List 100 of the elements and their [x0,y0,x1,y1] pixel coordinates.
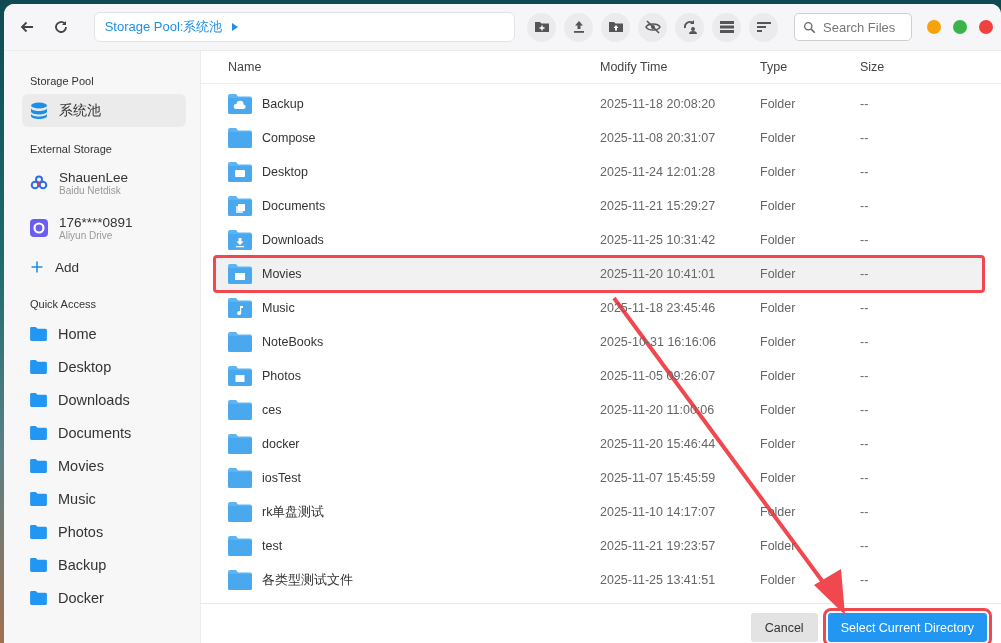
folder-icon [228,502,252,522]
folder-icon [228,128,252,148]
sidebar-item[interactable]: 176****0891 Aliyun Drive [22,207,186,249]
modify-time: 2025-11-24 12:01:28 [600,165,717,179]
folder-icon [30,392,47,407]
search-field[interactable]: Search Files [794,13,912,41]
file-name: Music [262,301,295,315]
sidebar-item[interactable]: Add [22,252,186,282]
file-row[interactable]: Downloads 2025-11-25 10:31:42 Folder -- [215,223,983,257]
list-view-icon[interactable] [712,12,741,42]
section-heading: External Storage [30,143,113,155]
file-row[interactable]: Backup 2025-11-18 20:08:20 Folder -- [215,87,983,121]
folder-icon [30,425,47,440]
file-row[interactable]: test 2025-11-21 19:23:57 Folder -- [215,529,983,563]
file-size: -- [860,267,870,281]
file-size: -- [860,97,870,111]
modify-time: 2025-11-21 15:29:27 [600,199,717,213]
file-name: test [262,539,283,553]
file-name: NoteBooks [262,335,324,349]
file-type: Folder [760,335,797,349]
sidebar-item[interactable]: Home [22,317,186,350]
sidebar-item[interactable]: Docker [22,581,186,614]
modify-time: 2025-11-25 10:31:42 [600,233,717,247]
file-type: Folder [760,233,797,247]
folder-icon [228,162,252,182]
file-size: -- [860,165,870,179]
file-type: Folder [760,301,797,315]
database-icon [30,101,48,120]
path-bar[interactable]: Storage Pool:系统池 [93,12,515,42]
upload-icon[interactable] [564,12,593,42]
file-row[interactable]: Movies 2025-11-20 10:41:01 Folder -- [215,257,983,291]
file-type: Folder [760,131,797,145]
sidebar-item[interactable]: Documents [22,416,186,449]
sidebar-item[interactable]: ShauenLee Baidu Netdisk [22,162,186,204]
folder-icon [228,264,252,284]
folder-icon [30,491,47,506]
drive-icon [30,219,48,237]
folder-icon [228,94,252,114]
folder-icon [228,468,252,488]
item-subtitle: Aliyun Drive [59,230,114,241]
column-header[interactable]: Modify Time [600,60,760,74]
file-name: iosTest [262,471,301,485]
file-name: docker [262,437,300,451]
modify-time: 2025-11-10 14:17:07 [600,505,717,519]
sidebar-item[interactable]: Photos [22,515,186,548]
file-size: -- [860,403,870,417]
sidebar-item[interactable]: Movies [22,449,186,482]
file-row[interactable]: docker 2025-11-20 15:46:44 Folder -- [215,427,983,461]
item-label: 176****0891 [59,215,133,230]
file-row[interactable]: Desktop 2025-11-24 12:01:28 Folder -- [215,155,983,189]
file-size: -- [860,573,870,587]
file-row[interactable]: Documents 2025-11-21 15:29:27 Folder -- [215,189,983,223]
cloud-link-icon [30,174,48,192]
file-name: Compose [262,131,316,145]
folder-icon [228,332,252,352]
sidebar-item[interactable]: Downloads [22,383,186,416]
file-size: -- [860,335,870,349]
modify-time: 2025-11-07 15:45:59 [600,471,717,485]
file-size: -- [860,505,870,519]
file-size: -- [860,301,870,315]
item-label: Home [58,325,97,342]
file-row[interactable]: iosTest 2025-11-07 15:45:59 Folder -- [215,461,983,495]
file-size: -- [860,131,870,145]
folder-icon [30,458,47,473]
file-type: Folder [760,539,797,553]
file-name: Documents [262,199,326,213]
hidden-eye-icon[interactable] [638,12,667,42]
modify-time: 2025-11-20 10:41:01 [600,267,717,281]
folder-icon [228,196,252,216]
close-button[interactable] [979,20,993,34]
item-label: Downloads [58,391,130,408]
column-header[interactable]: Type [760,60,860,74]
file-size: -- [860,539,870,553]
sync-icon[interactable] [675,12,704,42]
file-type: Folder [760,199,797,213]
file-name: 各类型测试文件 [262,571,353,589]
file-name: Movies [262,267,302,281]
section-heading: Quick Access [30,298,98,310]
sidebar-item[interactable]: Desktop [22,350,186,383]
sidebar-item[interactable]: Backup [22,548,186,581]
column-header[interactable]: Size [860,60,920,74]
file-type: Folder [760,165,797,179]
folder-icon [30,326,47,341]
sidebar-item[interactable]: 系统池 [22,94,186,127]
file-size: -- [860,369,870,383]
folder-icon [228,536,252,556]
file-row[interactable]: Compose 2025-11-08 20:31:07 Folder -- [215,121,983,155]
sidebar-item[interactable]: Music [22,482,186,515]
sort-icon[interactable] [749,12,778,42]
file-type: Folder [760,403,797,417]
column-header[interactable]: Name [201,60,600,74]
new-folder-icon[interactable] [527,12,556,42]
item-label: Docker [58,589,104,606]
file-type: Folder [760,267,797,281]
folder-upload-icon[interactable] [601,12,630,42]
cancel-button[interactable]: Cancel [750,613,818,642]
file-name: ces [262,403,282,417]
file-row[interactable]: 各类型测试文件 2025-11-25 13:41:51 Folder -- [215,563,983,597]
item-label: Desktop [58,358,112,375]
path-text[interactable]: Storage Pool:系统池 [104,18,223,36]
